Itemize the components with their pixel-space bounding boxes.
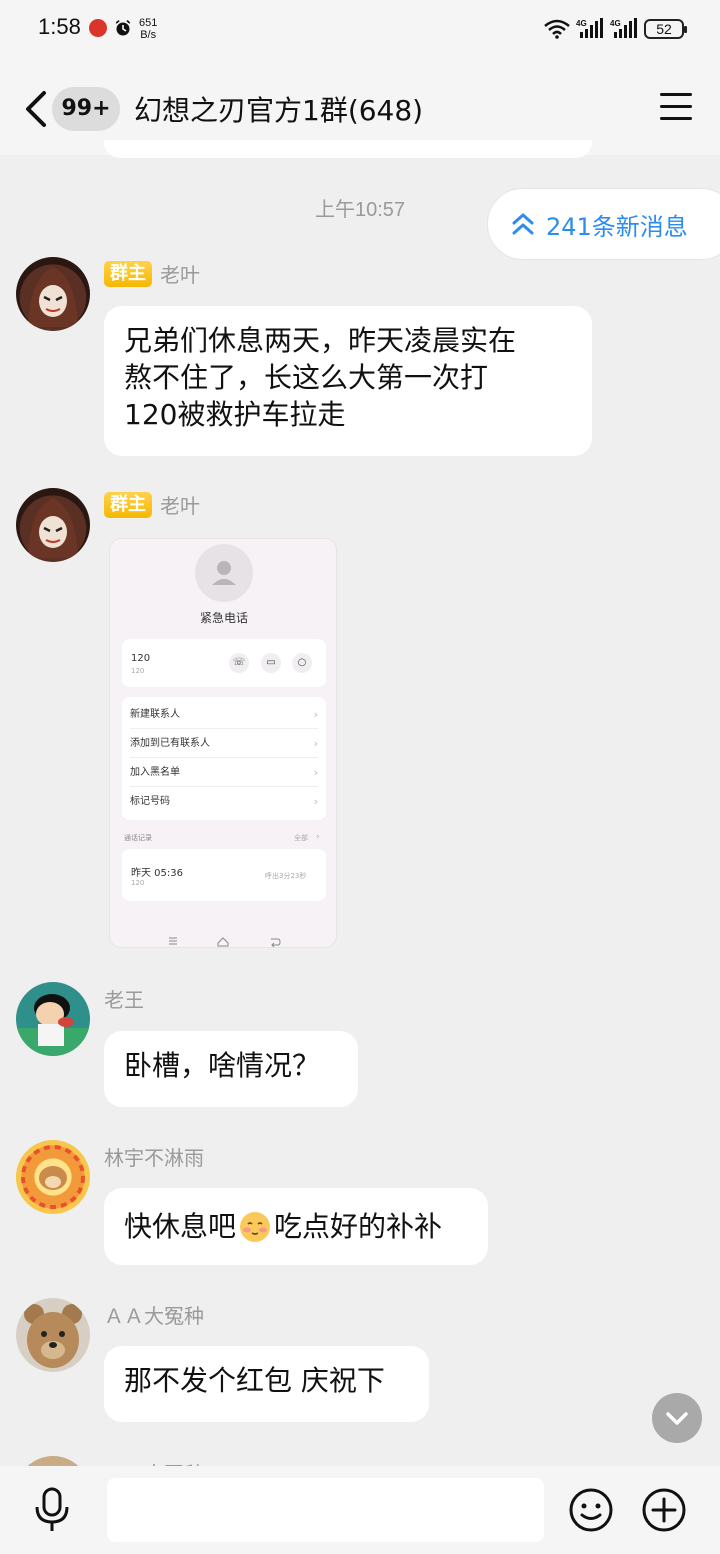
- double-chevron-up-icon: [512, 213, 534, 235]
- hooded-figure-avatar-icon: [28, 267, 78, 327]
- signal-icon-1: 4G: [576, 18, 603, 38]
- back-icon: [271, 938, 281, 947]
- home-icon: [217, 937, 229, 947]
- new-messages-label: 241条新消息: [546, 212, 688, 241]
- menu-button[interactable]: [660, 93, 692, 121]
- message-meta: 林宇不淋雨: [104, 1142, 204, 1171]
- chevron-right-icon: ›: [313, 708, 318, 721]
- battery-indicator: 52: [644, 19, 687, 39]
- message-meta: 群主 老叶: [104, 259, 200, 288]
- image-number-card: 120 120 ☏ ▭ ○: [122, 639, 326, 687]
- image-menu-card: 新建联系人 › 添加到已有联系人 › 加入黑名单 › 标记号码 ›: [122, 697, 326, 820]
- person-icon: [212, 561, 236, 585]
- microphone-icon: [42, 1487, 62, 1517]
- avatar[interactable]: [16, 488, 90, 562]
- chevron-down-icon: [666, 1412, 688, 1425]
- smiley-icon: [569, 1488, 613, 1532]
- sender-name[interactable]: ＡＡ大冤种: [104, 1300, 204, 1329]
- message-meta: 群主 老叶: [104, 490, 200, 519]
- cartoon-boy-avatar-icon: [16, 994, 90, 1056]
- message-bubble[interactable]: 卧槽，啥情况？: [104, 1031, 358, 1107]
- avatar[interactable]: [16, 1140, 90, 1214]
- hamburger-icon: [660, 93, 692, 96]
- phone-icon: ☏: [229, 653, 249, 673]
- message-meta: 老王: [104, 984, 144, 1013]
- message-input[interactable]: [107, 1478, 544, 1542]
- emoji-button[interactable]: [568, 1487, 614, 1533]
- contact-avatar: [195, 544, 253, 602]
- avatar[interactable]: [16, 257, 90, 331]
- scroll-to-bottom-button[interactable]: [652, 1393, 702, 1443]
- monkey-avatar-icon: [21, 1145, 85, 1209]
- avatar[interactable]: [16, 982, 90, 1056]
- app-notification-icon: [89, 19, 107, 37]
- alarm-icon: [115, 19, 131, 36]
- network-speed: 651 B/s: [139, 17, 158, 41]
- video-icon: ▭: [261, 653, 281, 673]
- image-contact-title: 紧急电话: [199, 611, 248, 625]
- unread-count-badge[interactable]: 99+: [52, 87, 120, 131]
- status-bar: 1:58 651 B/s 4G 4G 52: [0, 0, 720, 60]
- sender-name[interactable]: 林宇不淋雨: [104, 1142, 204, 1171]
- owner-badge: 群主: [104, 260, 152, 287]
- more-button[interactable]: [641, 1487, 687, 1533]
- previous-message-bubble: [104, 140, 592, 158]
- image-call-log-card: 昨天 05:36 120 呼出3分23秒: [122, 849, 326, 901]
- status-time: 1:58: [38, 14, 81, 39]
- sender-name[interactable]: 老叶: [160, 490, 200, 519]
- image-message[interactable]: 紧急电话 120 120 ☏ ▭ ○ 新建联系人 › 添加到已有联系人 › 加入黑名…: [109, 538, 337, 948]
- chevron-right-icon: ›: [313, 737, 318, 750]
- avatar[interactable]: [16, 1298, 90, 1372]
- wifi-icon: [544, 19, 570, 39]
- input-bar: [0, 1466, 720, 1554]
- chevron-right-icon: ›: [313, 766, 318, 779]
- message-bubble[interactable]: 快休息吧 吃点好的补补: [104, 1188, 488, 1265]
- message-bubble[interactable]: 那不发个红包 庆祝下: [104, 1346, 429, 1422]
- chevron-right-icon: ›: [316, 832, 320, 842]
- chevron-left-icon: [26, 91, 46, 127]
- status-right: 4G 4G 52: [544, 16, 687, 42]
- hooded-figure-avatar-icon: [28, 498, 78, 558]
- sender-name[interactable]: 老叶: [160, 259, 200, 288]
- svg-text:4G: 4G: [576, 19, 587, 28]
- owner-badge: 群主: [104, 491, 152, 518]
- signal-icon-2: 4G: [610, 18, 637, 38]
- chevron-right-icon: ›: [313, 795, 318, 808]
- message-meta: ＡＡ大冤种: [104, 1300, 204, 1329]
- image-navigation-bar: [169, 937, 281, 947]
- svg-text:4G: 4G: [610, 19, 621, 28]
- back-button[interactable]: [20, 87, 50, 131]
- teddy-bear-avatar-icon: [24, 1304, 82, 1368]
- message-bubble[interactable]: 兄弟们休息两天，昨天凌晨实在 熬不住了，长这么大第一次打 120被救护车拉走: [104, 306, 592, 456]
- group-title[interactable]: 幻想之刃官方1群(648): [134, 89, 423, 129]
- new-messages-button[interactable]: 241条新消息: [487, 188, 720, 260]
- message-icon: ○: [292, 653, 312, 673]
- shy-smile-emoji-icon: [240, 1211, 271, 1242]
- voice-button[interactable]: [32, 1486, 72, 1534]
- menu-icon: [169, 937, 177, 945]
- sender-name[interactable]: 老王: [104, 984, 144, 1013]
